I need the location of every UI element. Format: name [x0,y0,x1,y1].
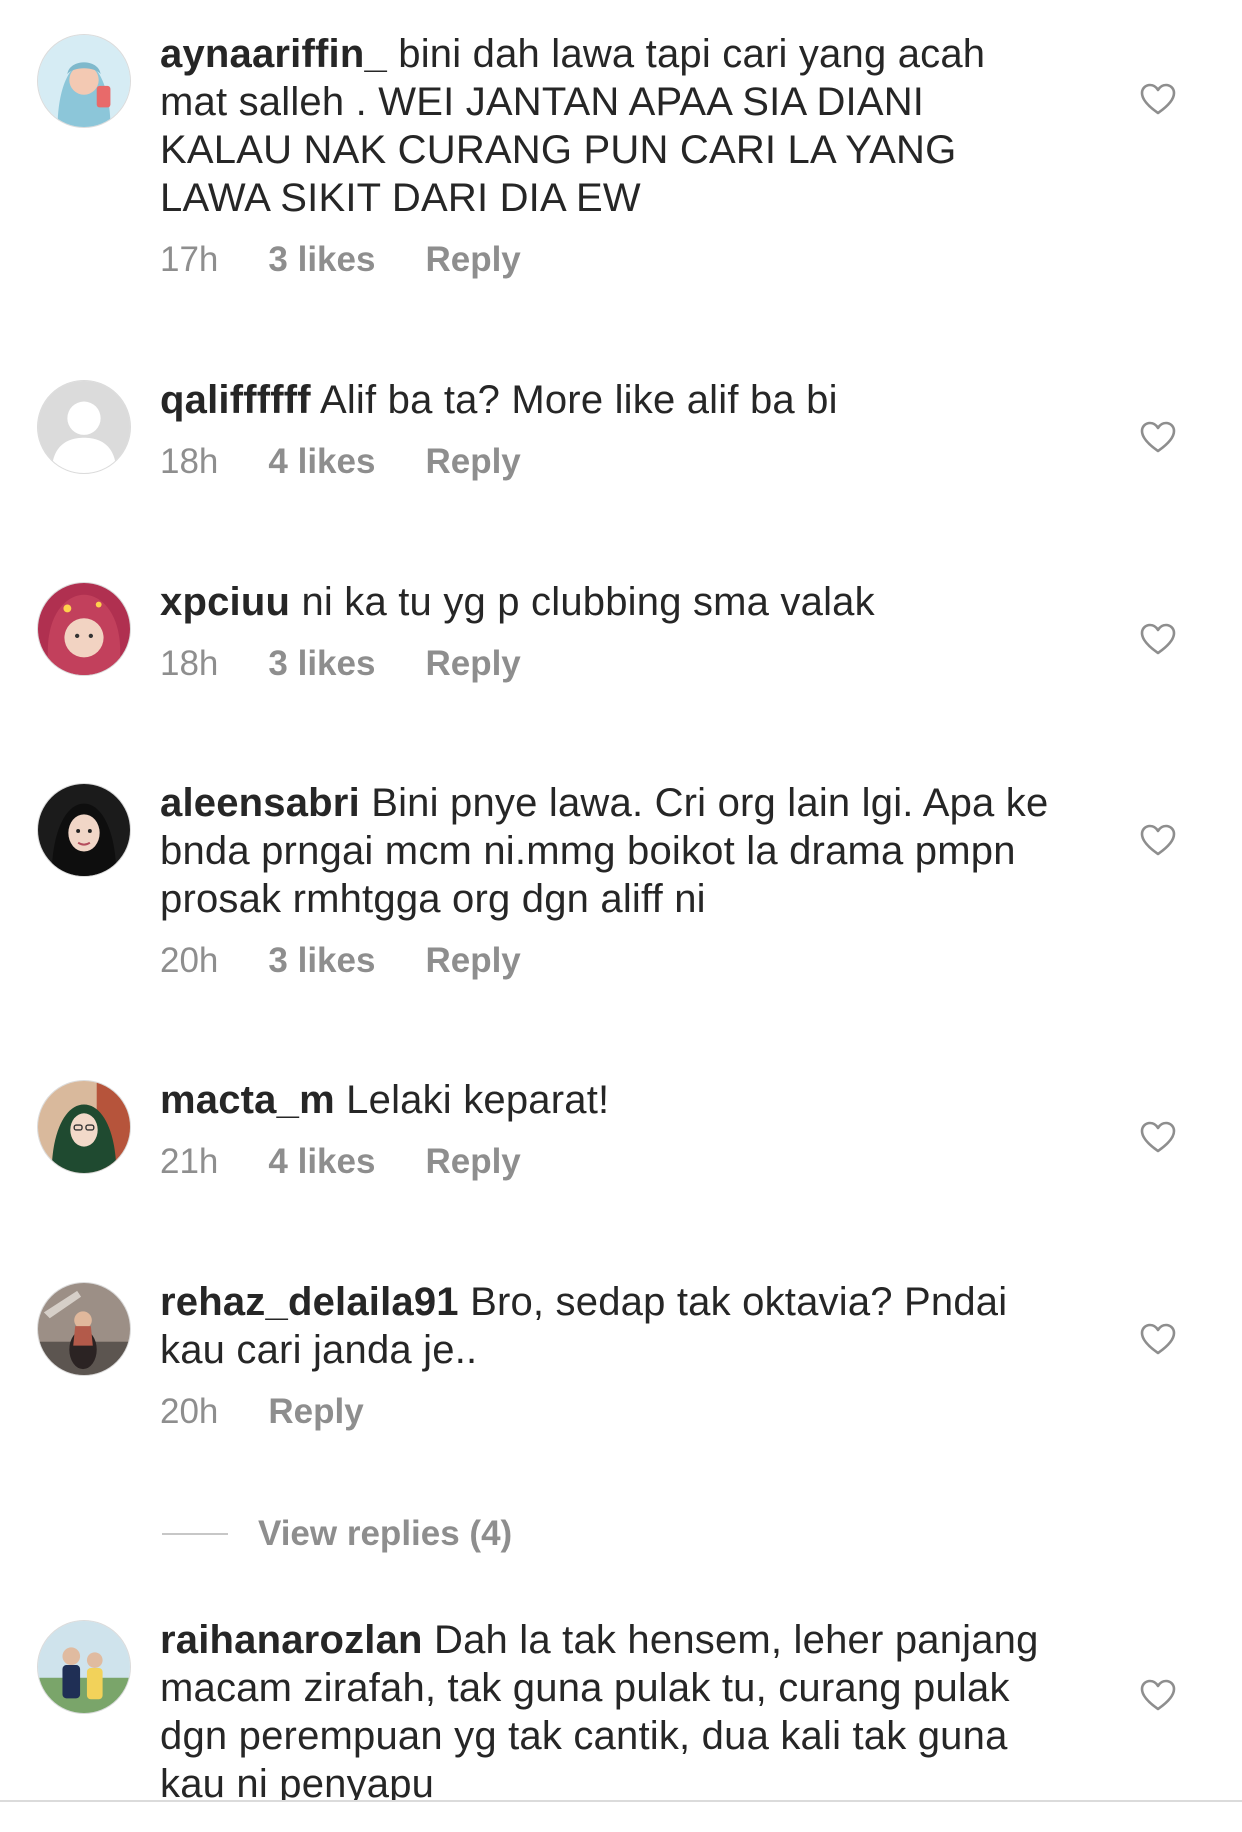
like-heart-icon[interactable] [1139,82,1177,116]
reply-button[interactable]: Reply [425,941,520,980]
comment-meta: 18h 3 likes Reply [160,644,1060,684]
comment-body: xpciuu ni ka tu yg p clubbing sma valak … [160,578,1060,684]
comment-text-block: xpciuu ni ka tu yg p clubbing sma valak [160,578,1060,626]
comment-username[interactable]: raihanarozlan [160,1618,423,1662]
avatar-image [38,35,130,127]
comment-body: macta_m Lelaki keparat! 21h 4 likes Reply [160,1076,1060,1182]
comment-likes[interactable]: 3 likes [268,240,375,279]
comment-username[interactable]: xpciuu [160,580,290,624]
comment-time: 21h [160,1142,219,1181]
comment-text-block: raihanarozlan Dah la tak hensem, leher p… [160,1616,1060,1808]
comment-meta: 20h Reply [160,1392,1060,1432]
avatar[interactable] [37,582,131,676]
comment-username[interactable]: aynaariffin_ [160,32,387,76]
reply-button[interactable]: Reply [268,1392,363,1431]
reply-button[interactable]: Reply [425,1142,520,1181]
avatar-image [38,784,130,876]
comment-text: ni ka tu yg p clubbing sma valak [301,580,875,624]
avatar-image [38,1283,130,1375]
comment-time: 17h [160,240,219,279]
avatar[interactable] [37,34,131,128]
comment-body: raihanarozlan Dah la tak hensem, leher p… [160,1616,1060,1808]
comment-meta: 18h 4 likes Reply [160,442,1060,482]
reply-button[interactable]: Reply [425,644,520,683]
comment-username[interactable]: macta_m [160,1078,335,1122]
comment-meta: 21h 4 likes Reply [160,1142,1060,1182]
comment-text: Lelaki keparat! [346,1078,610,1122]
comment-body: aleensabri Bini pnye lawa. Cri org lain … [160,779,1060,981]
comment-likes[interactable]: 4 likes [268,442,375,481]
comment-text: Alif ba ta? More like alif ba bi [319,378,838,422]
comment-time: 18h [160,442,219,481]
default-avatar-icon [38,381,130,473]
comment-text-block: rehaz_delaila91 Bro, sedap tak oktavia? … [160,1278,1060,1374]
comment-time: 18h [160,644,219,683]
comment-body: rehaz_delaila91 Bro, sedap tak oktavia? … [160,1278,1060,1432]
comments-list: aynaariffin_ bini dah lawa tapi cari yan… [0,0,1242,1832]
avatar[interactable] [37,1620,131,1714]
view-replies-button[interactable]: View replies (4) [162,1514,512,1554]
comment-username[interactable]: qaliffffff [160,378,311,422]
avatar-image [38,1081,130,1173]
like-heart-icon[interactable] [1139,1678,1177,1712]
comment-username[interactable]: rehaz_delaila91 [160,1280,459,1324]
comment-body: aynaariffin_ bini dah lawa tapi cari yan… [160,30,1060,280]
comment-likes[interactable]: 3 likes [268,941,375,980]
avatar[interactable] [37,1282,131,1376]
comment-likes[interactable]: 3 likes [268,644,375,683]
comment-likes[interactable]: 4 likes [268,1142,375,1181]
like-heart-icon[interactable] [1139,823,1177,857]
comment-body: qaliffffff Alif ba ta? More like alif ba… [160,376,1060,482]
reply-button[interactable]: Reply [425,240,520,279]
avatar-image [38,1621,130,1713]
like-heart-icon[interactable] [1139,420,1177,454]
comment-text-block: aleensabri Bini pnye lawa. Cri org lain … [160,779,1060,923]
avatar[interactable] [37,783,131,877]
comment-text-block: aynaariffin_ bini dah lawa tapi cari yan… [160,30,1060,222]
bottom-divider [0,1800,1242,1832]
like-heart-icon[interactable] [1139,622,1177,656]
comment-text-block: qaliffffff Alif ba ta? More like alif ba… [160,376,1060,424]
comment-text-block: macta_m Lelaki keparat! [160,1076,1060,1124]
avatar-image [38,583,130,675]
comment-username[interactable]: aleensabri [160,781,360,825]
like-heart-icon[interactable] [1139,1120,1177,1154]
avatar[interactable] [37,1080,131,1174]
like-heart-icon[interactable] [1139,1322,1177,1356]
view-replies-label: View replies (4) [258,1514,513,1553]
comment-meta: 20h 3 likes Reply [160,941,1060,981]
comment-meta: 17h 3 likes Reply [160,240,1060,280]
comment-time: 20h [160,941,219,980]
avatar[interactable] [37,380,131,474]
reply-button[interactable]: Reply [425,442,520,481]
view-replies-line [162,1533,228,1535]
comment-time: 20h [160,1392,219,1431]
